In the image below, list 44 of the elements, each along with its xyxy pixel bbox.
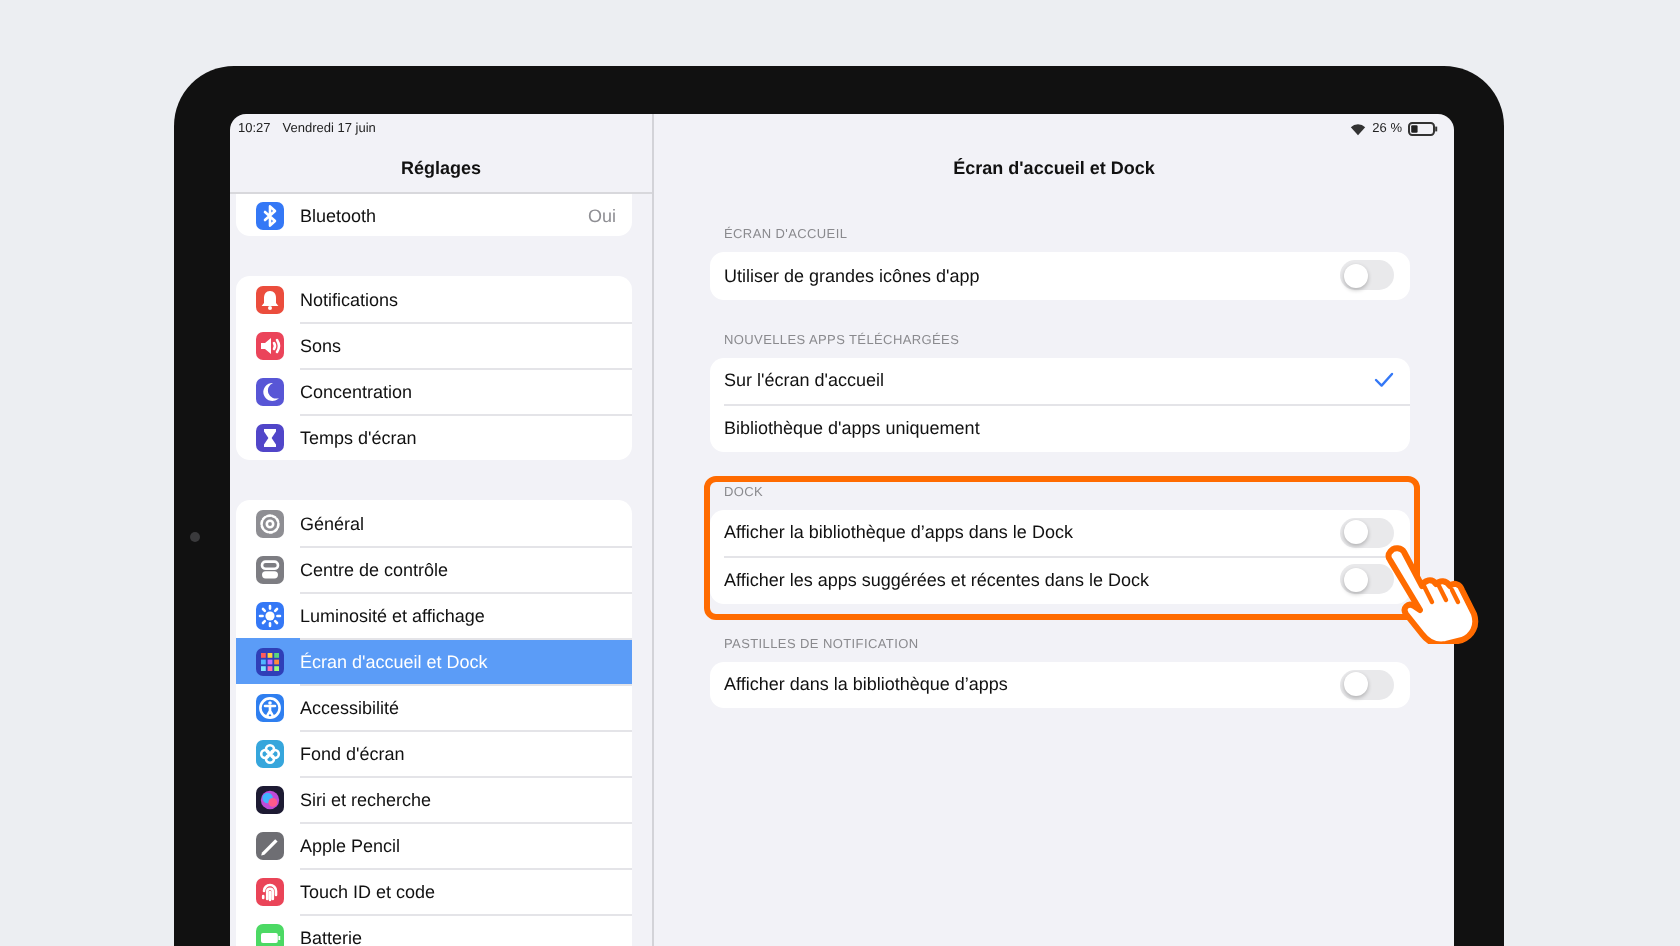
toggle-switch[interactable] [1340,669,1394,700]
gear-icon [256,509,284,537]
sidebar-item[interactable]: Temps d'écran [236,414,632,460]
sidebar-item[interactable]: Bluetooth Oui [236,194,632,236]
toggle-switch[interactable] [1340,517,1394,548]
setting-label: Afficher la bibliothèque d’apps dans le Dock [724,522,1073,543]
option-row[interactable]: Bibliothèque d'apps uniquement [710,404,1410,451]
orb-icon [256,785,284,813]
flower-icon [256,739,284,767]
sidebar-item[interactable]: Siri et recherche [236,776,632,822]
sidebar-title: Réglages [400,157,482,177]
hourglass-icon [256,423,284,451]
camera-icon [190,532,200,542]
option-row[interactable]: Sur l'écran d'accueil [710,357,1410,404]
sidebar-item[interactable]: Accessibilité [236,684,632,730]
bell-icon [256,285,284,313]
toggle-switch[interactable] [1340,260,1394,291]
sidebar-item[interactable]: Fond d'écran [236,730,632,776]
sidebar-item[interactable]: Luminosité et affichage [236,592,632,638]
page-title: Écran d'accueil et Dock [953,158,1155,178]
bluetooth-icon [256,201,284,229]
setting-label: Afficher dans la bibliothèque d’apps [724,674,1008,695]
fingerprint-icon [256,877,284,905]
speaker-icon [256,331,284,359]
sidebar-item[interactable]: Concentration [236,368,632,414]
moon-icon [256,377,284,405]
person-icon [256,693,284,721]
setting-label: Afficher les apps suggérées et récentes dans le Dock [724,569,1149,590]
sidebar-item[interactable]: Sons [236,322,632,368]
setting-value: Oui [587,205,618,225]
sidebar-item[interactable]: Notifications [236,276,632,322]
toggle-switch[interactable] [1340,564,1394,595]
wifi-icon [1350,121,1367,135]
setting-label: Utiliser de grandes icônes d'app [724,265,980,286]
sidebar-item[interactable]: Batterie [236,914,632,946]
sidebar-item[interactable]: Général [236,500,632,546]
sidebar-item[interactable]: Touch ID et code [236,868,632,914]
brightness-icon [256,601,284,629]
pencil-icon [256,831,284,859]
sidebar-item[interactable]: Centre de contrôle [236,546,632,592]
app-grid-icon [256,647,284,675]
battery-icon [1408,121,1438,135]
switches-icon [256,555,284,583]
sidebar-item[interactable]: Apple Pencil [236,822,632,868]
